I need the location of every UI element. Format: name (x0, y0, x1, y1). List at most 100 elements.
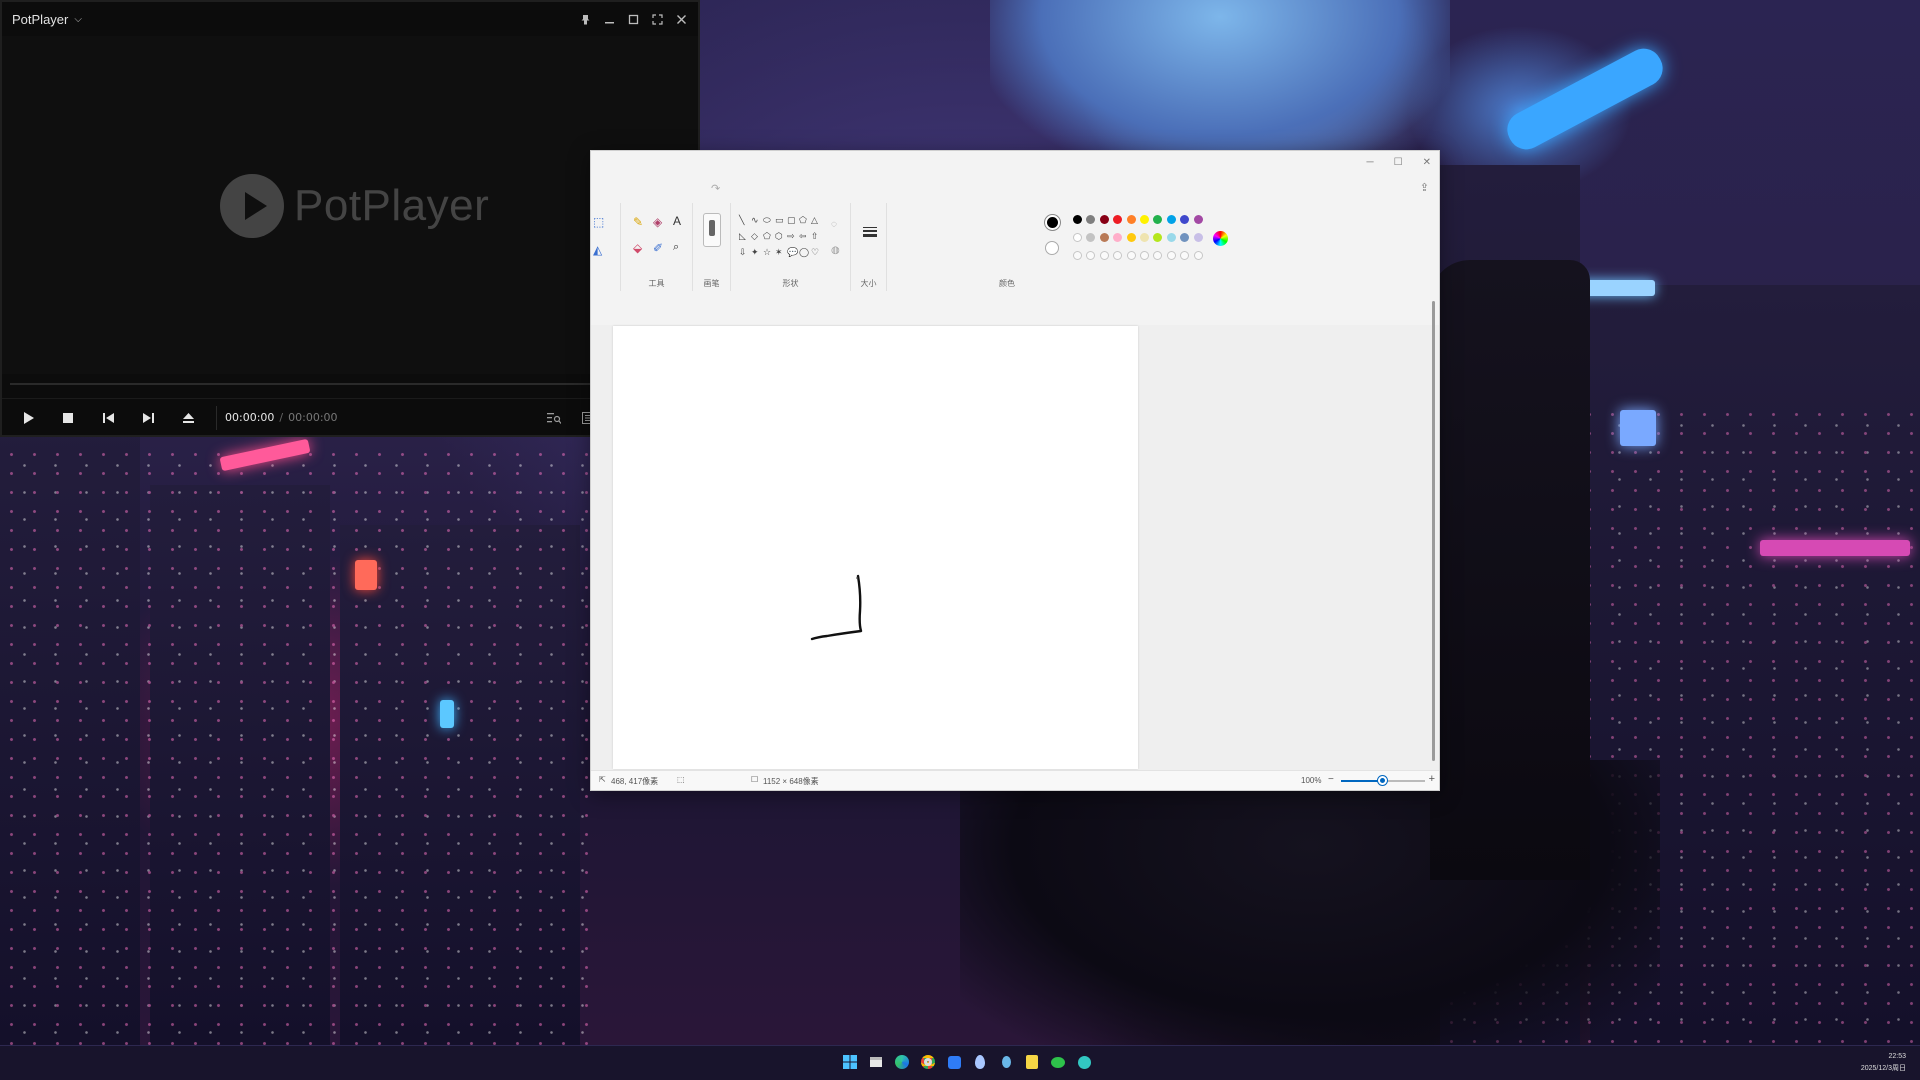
custom-color-slot[interactable] (1193, 251, 1203, 260)
share-icon[interactable]: ⇪ (1420, 181, 1429, 194)
playback-time: 00:00:00 / 00:00:00 (225, 411, 338, 424)
color-swatch[interactable] (1099, 215, 1109, 224)
shape-item[interactable]: ☆ (763, 247, 771, 258)
outline-icon[interactable]: ◌ (831, 219, 837, 230)
shape-item[interactable]: ◇ (751, 231, 758, 242)
app-drop2-icon[interactable] (996, 1052, 1016, 1072)
close-icon[interactable] (674, 12, 688, 26)
secondary-color[interactable] (1045, 241, 1059, 255)
next-button[interactable] (128, 399, 168, 437)
shape-item[interactable]: ⇦ (799, 231, 807, 242)
notes-icon[interactable] (1022, 1052, 1042, 1072)
shape-item[interactable]: △ (811, 215, 818, 226)
edit-colors-icon[interactable] (1213, 231, 1228, 246)
custom-color-slot[interactable] (1166, 251, 1176, 260)
app-teal-icon[interactable] (1074, 1052, 1094, 1072)
line-size-icon[interactable] (863, 227, 877, 237)
eject-button[interactable] (168, 399, 208, 437)
minimize-icon[interactable] (602, 12, 616, 26)
shape-item[interactable]: ♡ (811, 247, 819, 258)
ribbon-group-image: ⬚ ◭ (591, 203, 621, 291)
app-drop-icon[interactable] (970, 1052, 990, 1072)
play-button[interactable] (8, 399, 48, 437)
zoom-out-button[interactable]: − (1328, 774, 1334, 785)
zoom-knob[interactable] (1378, 776, 1387, 785)
shape-item[interactable]: ▭ (775, 215, 784, 226)
color-swatch[interactable] (1073, 215, 1082, 224)
color-swatch[interactable] (1126, 233, 1136, 242)
shape-item[interactable]: ⬠ (763, 231, 771, 242)
group-label-brushes: 画笔 (703, 279, 720, 288)
edge-icon[interactable] (892, 1052, 912, 1072)
custom-color-slot[interactable] (1073, 251, 1082, 260)
color-swatch[interactable] (1166, 233, 1176, 242)
zoom-in-button[interactable]: + (1429, 773, 1435, 785)
shape-item[interactable]: 💬 (787, 247, 798, 258)
system-clock[interactable]: 22:53 2025/12/3周日 (1861, 1051, 1906, 1075)
previous-button[interactable] (88, 399, 128, 437)
select-icon[interactable]: ⬚ (593, 215, 604, 229)
shape-item[interactable]: ✶ (775, 247, 783, 258)
ribbon-group-tools: ✎ ◈ A ⬙ ✐ ⌕ 工具 (621, 203, 693, 291)
color-swatch[interactable] (1193, 233, 1203, 242)
vertical-scrollbar[interactable] (1432, 301, 1435, 761)
brush-icon[interactable] (703, 213, 721, 247)
color-swatch[interactable] (1140, 215, 1149, 224)
custom-color-slot[interactable] (1126, 251, 1136, 260)
stop-button[interactable] (48, 399, 88, 437)
eraser-icon[interactable]: ⬙ (633, 241, 642, 255)
windows-start-icon[interactable] (840, 1052, 860, 1072)
fill-bucket-icon[interactable]: ◈ (653, 215, 662, 229)
chrome-icon[interactable] (918, 1052, 938, 1072)
primary-color[interactable] (1045, 215, 1060, 230)
pin-icon[interactable] (578, 12, 592, 26)
shape-item[interactable]: ✦ (751, 247, 759, 258)
wechat-icon[interactable] (1048, 1052, 1068, 1072)
color-swatch[interactable] (1166, 215, 1176, 224)
file-explorer-icon[interactable] (866, 1052, 886, 1072)
color-swatch[interactable] (1193, 215, 1203, 224)
potplayer-logo: PotPlayer (220, 174, 489, 238)
shape-item[interactable]: ⬠ (799, 215, 807, 226)
playlist-search-icon[interactable] (539, 403, 569, 433)
close-icon[interactable]: ✕ (1423, 157, 1431, 168)
minimize-icon[interactable]: ─ (1367, 157, 1374, 168)
seek-bar[interactable] (10, 383, 592, 385)
potplayer-titlebar[interactable]: PotPlayer ⌵ (2, 2, 698, 36)
shape-item[interactable]: ▢ (787, 215, 796, 226)
shape-item[interactable]: ⇨ (787, 231, 795, 242)
group-label-colors: 颜色 (999, 279, 1015, 288)
custom-color-slot[interactable] (1140, 251, 1149, 260)
shape-item[interactable]: ╲ (739, 215, 744, 226)
shape-item[interactable]: ⇩ (739, 247, 747, 258)
color-swatch[interactable] (1099, 233, 1109, 242)
maximize-icon[interactable]: ☐ (1394, 157, 1403, 168)
color-swatch[interactable] (1140, 233, 1149, 242)
previous-icon (102, 412, 114, 423)
pencil-icon[interactable]: ✎ (633, 215, 643, 229)
drawing-canvas[interactable] (613, 326, 1138, 769)
potplayer-title-menu[interactable]: PotPlayer ⌵ (12, 12, 82, 27)
redo-icon[interactable]: ↷ (711, 182, 720, 195)
rotate-icon[interactable]: ◭ (593, 243, 602, 257)
text-icon[interactable]: A (673, 214, 681, 228)
shape-item[interactable]: ⬡ (775, 231, 783, 242)
fill-shape-icon[interactable]: ◍ (831, 245, 840, 256)
shape-item[interactable]: ◯ (799, 247, 809, 258)
custom-color-slot[interactable] (1099, 251, 1109, 260)
shape-item[interactable]: ∿ (751, 215, 759, 226)
shape-item[interactable]: ⇧ (811, 231, 819, 242)
zoom-slider[interactable] (1341, 776, 1425, 785)
app-blue-icon[interactable] (944, 1052, 964, 1072)
shape-item[interactable]: ⬭ (763, 215, 771, 226)
magnifier-icon[interactable]: ⌕ (673, 241, 679, 254)
potplayer-title: PotPlayer (12, 11, 69, 27)
shape-item[interactable]: ◺ (739, 231, 746, 242)
paint-titlebar[interactable]: ─ ☐ ✕ (591, 151, 1439, 173)
color-picker-icon[interactable]: ✐ (653, 241, 663, 255)
color-swatch[interactable] (1073, 233, 1082, 242)
maximize-icon[interactable] (626, 12, 640, 26)
color-swatch[interactable] (1126, 215, 1136, 224)
clock-date: 2025/12/3周日 (1860, 1065, 1906, 1072)
fullscreen-icon[interactable] (650, 12, 664, 26)
